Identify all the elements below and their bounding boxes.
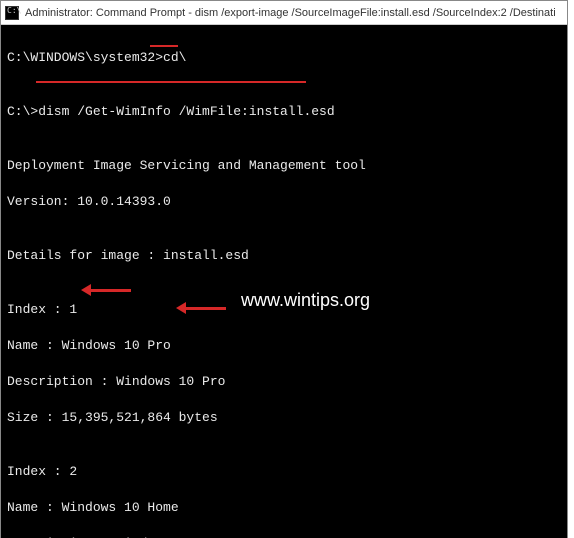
- titlebar[interactable]: Administrator: Command Prompt - dism /ex…: [1, 1, 567, 25]
- output-line: C:\WINDOWS\system32>cd\: [7, 49, 561, 67]
- output-line: Description : Windows 10 Pro: [7, 373, 561, 391]
- output-line: C:\>dism /Get-WimInfo /WimFile:install.e…: [7, 103, 561, 121]
- output-line: Index : 2: [7, 463, 561, 481]
- highlight-underline: [36, 81, 306, 83]
- output-line: Name : Windows 10 Home: [7, 499, 561, 517]
- terminal-output[interactable]: C:\WINDOWS\system32>cd\ C:\>dism /Get-Wi…: [1, 25, 567, 538]
- output-line: Name : Windows 10 Pro: [7, 337, 561, 355]
- output-line: Details for image : install.esd: [7, 247, 561, 265]
- window-title: Administrator: Command Prompt - dism /ex…: [25, 7, 556, 19]
- arrow-icon: [176, 301, 226, 315]
- highlight-underline: [150, 45, 178, 47]
- output-line: Deployment Image Servicing and Managemen…: [7, 157, 561, 175]
- output-line: Version: 10.0.14393.0: [7, 193, 561, 211]
- cmd-icon: [5, 6, 19, 20]
- arrow-icon: [81, 283, 131, 297]
- watermark-text: www.wintips.org: [241, 291, 370, 309]
- output-line: Size : 15,395,521,864 bytes: [7, 409, 561, 427]
- command-prompt-window: Administrator: Command Prompt - dism /ex…: [0, 0, 568, 538]
